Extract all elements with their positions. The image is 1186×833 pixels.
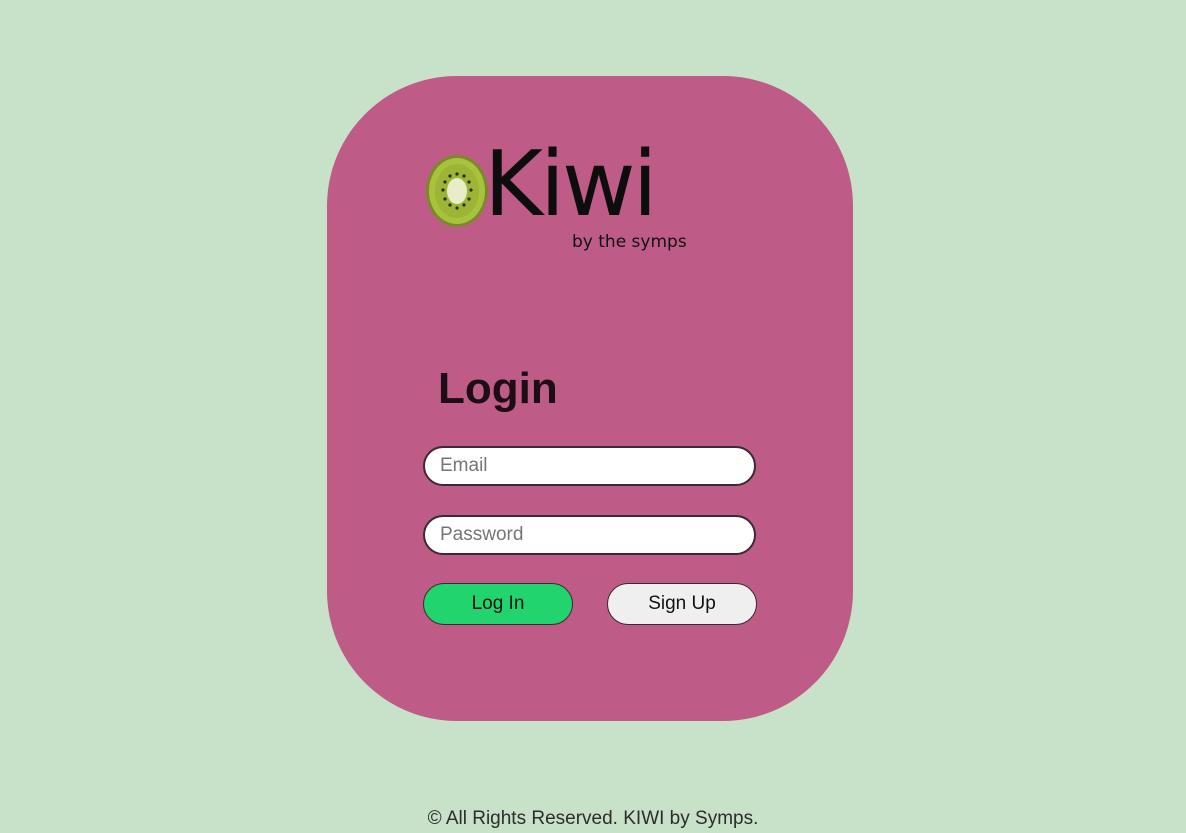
login-card: Kiwi by the symps Login Log In Sign Up (327, 76, 853, 721)
login-button[interactable]: Log In (423, 583, 573, 625)
page-title: Login (438, 364, 558, 413)
signup-button[interactable]: Sign Up (607, 583, 757, 625)
kiwi-fruit-icon (426, 155, 488, 227)
password-field[interactable] (423, 515, 756, 555)
footer-copyright: © All Rights Reserved. KIWI by Symps. (427, 808, 759, 829)
logo-wordmark: Kiwi (484, 132, 658, 237)
page: Kiwi by the symps Login Log In Sign Up ©… (0, 0, 1186, 833)
logo-tagline: by the symps (572, 232, 687, 252)
email-field[interactable] (423, 446, 756, 486)
kiwi-logo: Kiwi by the symps (424, 140, 687, 258)
